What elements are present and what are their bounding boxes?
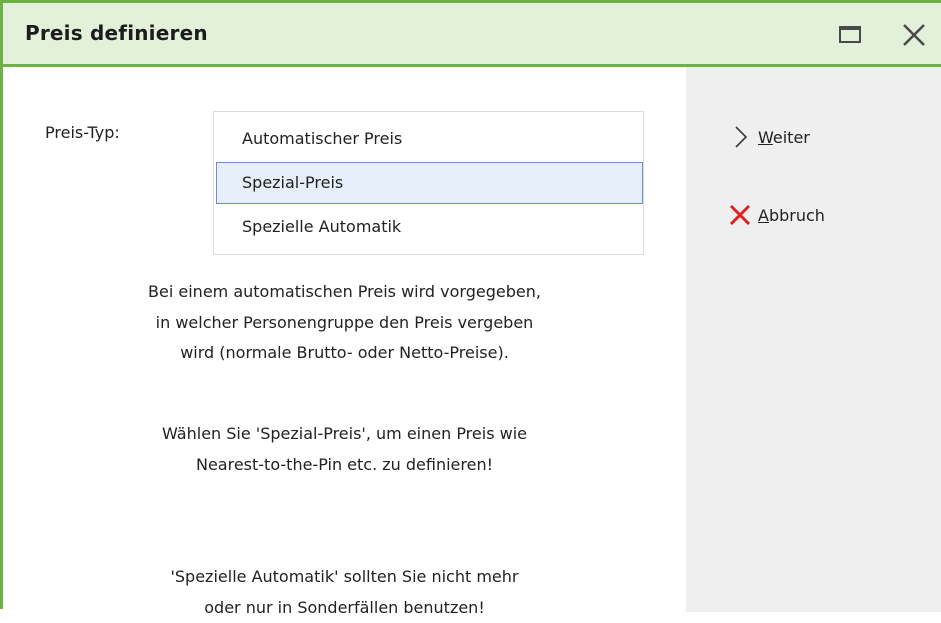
description-spezial: Wählen Sie 'Spezial-Preis', um einen Pre… [3,419,686,480]
preis-typ-label: Preis-Typ: [45,123,120,142]
close-button[interactable] [896,17,932,53]
description-spezielle-automatik: 'Spezielle Automatik' sollten Sie nicht … [3,562,686,623]
description-line: oder nur in Sonderfällen benutzen! [3,593,686,623]
weiter-label: Weiter [758,128,810,147]
window-title: Preis definieren [25,21,208,45]
maximize-button[interactable] [833,17,869,53]
list-item-automatischer-preis[interactable]: Automatischer Preis [216,118,643,160]
action-sidebar: Weiter Abbruch [686,67,941,612]
abbruch-label: Abbruch [758,206,825,225]
dialog-window: Preis definieren Preis-Typ: Automatische… [0,0,941,609]
weiter-label-rest: eiter [773,128,810,147]
description-line: Nearest-to-the-Pin etc. zu definieren! [3,450,686,481]
weiter-button[interactable]: Weiter [726,122,810,152]
description-line: in welcher Personengruppe den Preis verg… [3,308,686,339]
description-line: Bei einem automatischen Preis wird vorge… [3,277,686,308]
weiter-mnemonic: W [758,128,773,147]
close-icon [896,17,932,53]
list-item-spezielle-automatik[interactable]: Spezielle Automatik [216,206,643,248]
description-automatic: Bei einem automatischen Preis wird vorge… [3,277,686,369]
abbruch-label-rest: bbruch [769,206,825,225]
preis-typ-listbox[interactable]: Automatischer Preis Spezial-Preis Spezie… [213,111,644,255]
description-line: wird (normale Brutto- oder Netto-Preise)… [3,338,686,369]
description-line: 'Spezielle Automatik' sollten Sie nicht … [3,562,686,593]
description-line: Wählen Sie 'Spezial-Preis', um einen Pre… [3,419,686,450]
title-bar: Preis definieren [3,3,941,67]
main-content: Preis-Typ: Automatischer Preis Spezial-P… [3,67,686,612]
cancel-x-icon [726,201,754,229]
abbruch-mnemonic: A [758,206,769,225]
maximize-icon [839,26,861,43]
list-item-spezial-preis[interactable]: Spezial-Preis [216,162,643,204]
chevron-right-icon [726,123,754,151]
abbruch-button[interactable]: Abbruch [726,200,825,230]
